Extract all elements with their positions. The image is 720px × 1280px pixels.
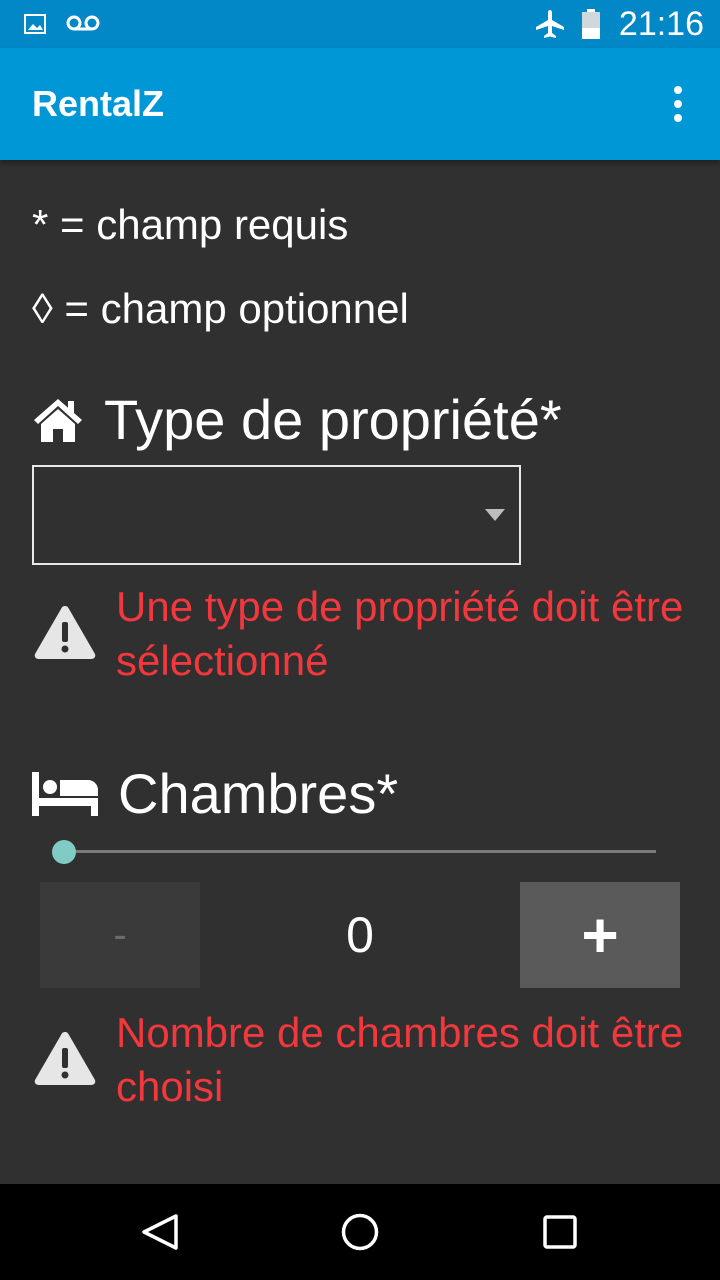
- recent-apps-icon[interactable]: [542, 1214, 578, 1250]
- chevron-down-icon: [485, 509, 505, 521]
- property-type-select[interactable]: [32, 465, 521, 565]
- property-type-error-text: Une type de propriété doit être sélectio…: [116, 583, 684, 684]
- property-type-label: Type de propriété*: [104, 388, 562, 451]
- property-type-heading: Type de propriété*: [32, 388, 562, 452]
- airplane-mode-icon: [536, 10, 564, 38]
- form-content: * = champ requis ◊ = champ optionnel Typ…: [0, 160, 720, 1184]
- app-bar: RentalZ: [0, 48, 720, 160]
- bedrooms-slider-thumb[interactable]: [52, 840, 76, 864]
- increment-button[interactable]: +: [520, 882, 680, 988]
- back-icon[interactable]: [138, 1212, 182, 1252]
- battery-icon: [582, 9, 600, 39]
- bedrooms-heading: Chambres*: [32, 762, 398, 826]
- legend-optional: ◊ = champ optionnel: [32, 285, 409, 332]
- warning-icon: [34, 1032, 96, 1085]
- warning-icon: [34, 606, 96, 659]
- navigation-bar: [0, 1184, 720, 1280]
- status-bar: 21:16: [0, 0, 720, 48]
- overflow-menu-icon[interactable]: [666, 84, 690, 124]
- bedrooms-error: Nombre de chambres doit être choisi: [32, 1006, 696, 1114]
- image-icon: [24, 14, 46, 34]
- bedrooms-slider-track[interactable]: [64, 850, 656, 853]
- status-time: 21:16: [618, 5, 704, 43]
- bedrooms-label: Chambres*: [118, 762, 399, 825]
- home-icon[interactable]: [340, 1212, 380, 1252]
- bedrooms-value: 0: [346, 907, 374, 963]
- house-icon: [34, 399, 82, 442]
- voicemail-icon: [66, 15, 100, 31]
- decrement-button[interactable]: -: [40, 882, 200, 988]
- legend-required: * = champ requis: [32, 201, 349, 248]
- bedrooms-error-text: Nombre de chambres doit être choisi: [116, 1009, 684, 1110]
- bed-icon: [32, 772, 98, 816]
- property-type-error: Une type de propriété doit être sélectio…: [32, 580, 696, 688]
- app-title: RentalZ: [32, 83, 165, 124]
